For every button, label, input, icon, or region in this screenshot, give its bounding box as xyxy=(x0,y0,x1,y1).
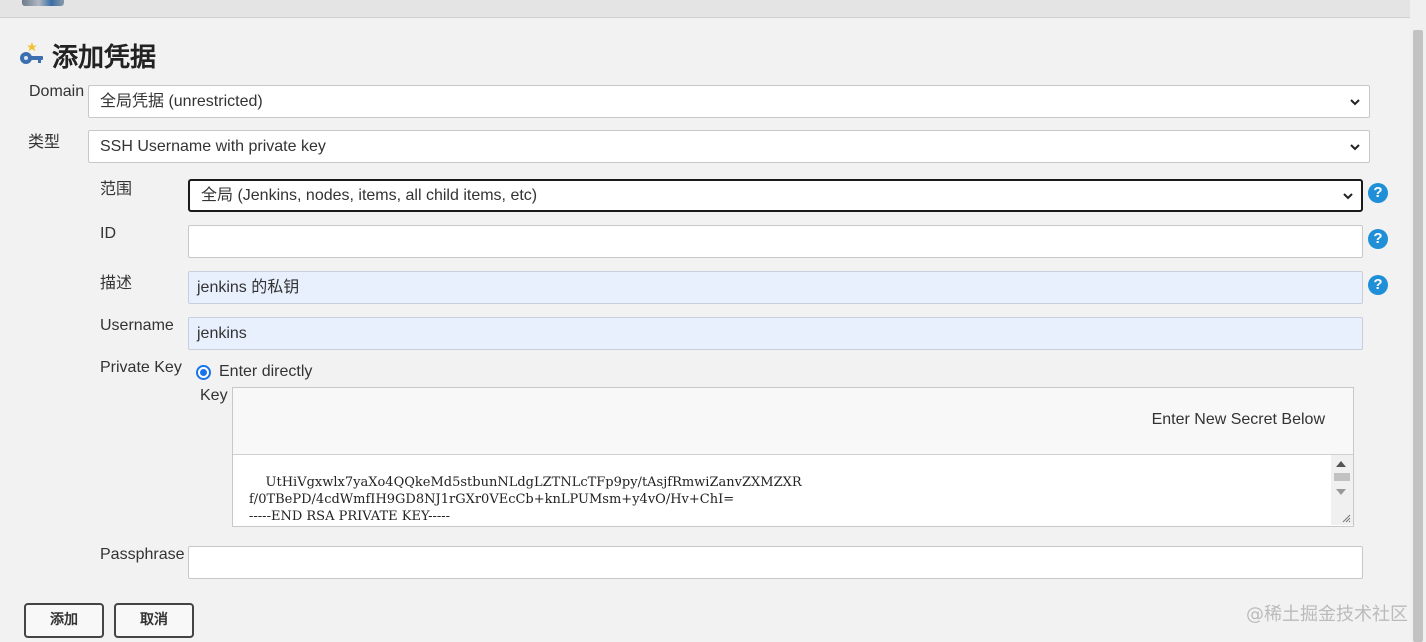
private-key-box: Enter New Secret Below UtHiVgxwlx7yaXo4Q… xyxy=(232,387,1354,527)
key-label: Key xyxy=(200,387,228,404)
username-label: Username xyxy=(100,317,174,334)
private-key-label: Private Key xyxy=(100,359,182,376)
textarea-scrollbar[interactable] xyxy=(1331,455,1353,525)
page-title: 添加凭据 xyxy=(18,38,157,73)
chevron-down-icon xyxy=(1350,99,1360,106)
enter-secret-hint: Enter New Secret Below xyxy=(1151,411,1325,428)
page-scrollbar[interactable] xyxy=(1410,0,1426,642)
domain-select[interactable]: 全局凭据 (unrestricted) xyxy=(88,85,1370,118)
description-help-icon[interactable]: ? xyxy=(1368,275,1388,295)
id-help-icon[interactable]: ? xyxy=(1368,229,1388,249)
chevron-down-icon xyxy=(1350,144,1360,151)
credentials-key-icon xyxy=(20,42,43,64)
passphrase-label: Passphrase xyxy=(100,546,185,563)
description-input[interactable]: jenkins 的私钥 xyxy=(188,271,1363,304)
jenkins-logo[interactable] xyxy=(22,0,64,6)
resize-grip-icon[interactable] xyxy=(1341,513,1351,523)
scope-label: 范围 xyxy=(100,181,133,198)
scroll-down-arrow-icon[interactable] xyxy=(1336,489,1346,495)
private-key-textarea[interactable]: UtHiVgxwlx7yaXo4QQkeMd5stbunNLdgLZTNLcTF… xyxy=(233,454,1353,526)
enter-directly-option[interactable]: Enter directly xyxy=(196,363,312,381)
watermark: @稀土掘金技术社区 xyxy=(1246,604,1408,625)
page-scrollbar-thumb[interactable] xyxy=(1413,30,1423,642)
username-input[interactable]: jenkins xyxy=(188,317,1363,350)
passphrase-input[interactable] xyxy=(188,546,1363,579)
top-header-bar xyxy=(0,0,1410,18)
scope-select-value: 全局 (Jenkins, nodes, items, all child ite… xyxy=(201,187,538,204)
domain-label: Domain xyxy=(29,83,85,100)
scroll-up-arrow-icon[interactable] xyxy=(1336,461,1346,467)
domain-select-value: 全局凭据 (unrestricted) xyxy=(100,93,263,110)
kind-label: 类型 xyxy=(28,134,61,151)
enter-directly-radio[interactable] xyxy=(196,364,211,380)
scope-select[interactable]: 全局 (Jenkins, nodes, items, all child ite… xyxy=(188,179,1363,212)
enter-directly-label: Enter directly xyxy=(219,363,313,380)
kind-select[interactable]: SSH Username with private key xyxy=(88,130,1370,163)
scope-help-icon[interactable]: ? xyxy=(1368,183,1388,203)
cancel-button[interactable]: 取消 xyxy=(114,603,194,638)
description-label: 描述 xyxy=(100,275,133,292)
add-button[interactable]: 添加 xyxy=(24,603,104,638)
kind-select-value: SSH Username with private key xyxy=(100,138,326,155)
textarea-scroll-thumb[interactable] xyxy=(1334,473,1350,481)
chevron-down-icon xyxy=(1343,193,1353,200)
page-heading: 添加凭据 xyxy=(52,42,157,73)
private-key-content: UtHiVgxwlx7yaXo4QQkeMd5stbunNLdgLZTNLcTF… xyxy=(249,475,802,524)
id-label: ID xyxy=(100,225,116,242)
id-input[interactable] xyxy=(188,225,1363,258)
